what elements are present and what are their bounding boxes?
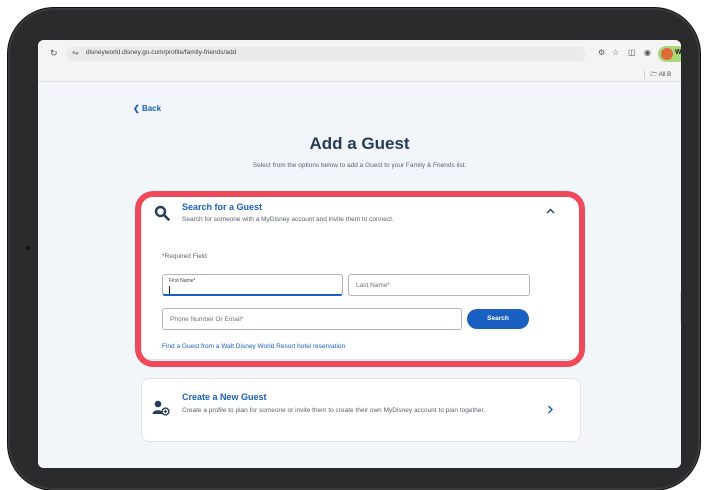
- bookmarks-bar: 🗁 All B: [38, 68, 681, 82]
- tablet-frame: ↻ ⇋ disneyworld.disney.go.com/profile/fa…: [8, 8, 700, 490]
- create-guest-description: Create a profile to plan for someone or …: [182, 407, 486, 414]
- bookmark-star-icon[interactable]: ☆: [612, 48, 619, 57]
- bookmarks-divider: [644, 71, 645, 79]
- back-link[interactable]: ❮ Back: [133, 104, 161, 113]
- translate-icon[interactable]: ⚙: [598, 48, 605, 57]
- extensions-icon[interactable]: ◉: [644, 48, 651, 57]
- url-text: disneyworld.disney.go.com/profile/family…: [86, 49, 237, 56]
- create-guest-card[interactable]: Create a New Guest Create a profile to p…: [141, 378, 581, 442]
- avatar: [661, 48, 673, 60]
- browser-toolbar: ↻ ⇋ disneyworld.disney.go.com/profile/fa…: [38, 40, 681, 68]
- profile-button[interactable]: Wo: [658, 46, 681, 62]
- page-title: Add a Guest: [309, 134, 410, 153]
- page-subtitle: Select from the options below to add a G…: [252, 162, 467, 169]
- side-tab[interactable]: [680, 292, 681, 322]
- stage: ↻ ⇋ disneyworld.disney.go.com/profile/fa…: [0, 0, 704, 490]
- all-bookmarks-label: All B: [658, 72, 672, 78]
- profile-label: Wo: [675, 49, 681, 56]
- tablet-camera: [26, 246, 30, 250]
- create-guest-heading: Create a New Guest: [182, 392, 267, 402]
- chevron-right-icon[interactable]: [547, 405, 554, 417]
- chevron-left-icon: ❮: [133, 104, 140, 113]
- address-bar[interactable]: ⇋ disneyworld.disney.go.com/profile/fami…: [66, 47, 586, 61]
- all-bookmarks-button[interactable]: 🗁 All B: [650, 70, 671, 80]
- page-content: ❮ Back Add a Guest Select from the optio…: [38, 82, 681, 468]
- tablet-screen: ↻ ⇋ disneyworld.disney.go.com/profile/fa…: [38, 40, 681, 468]
- add-person-icon: [152, 400, 170, 420]
- highlight-box: [135, 191, 585, 367]
- reload-icon[interactable]: ↻: [50, 48, 58, 59]
- sidebar-icon[interactable]: ◫: [628, 48, 636, 57]
- back-label: Back: [141, 104, 162, 113]
- site-settings-icon[interactable]: ⇋: [72, 48, 79, 57]
